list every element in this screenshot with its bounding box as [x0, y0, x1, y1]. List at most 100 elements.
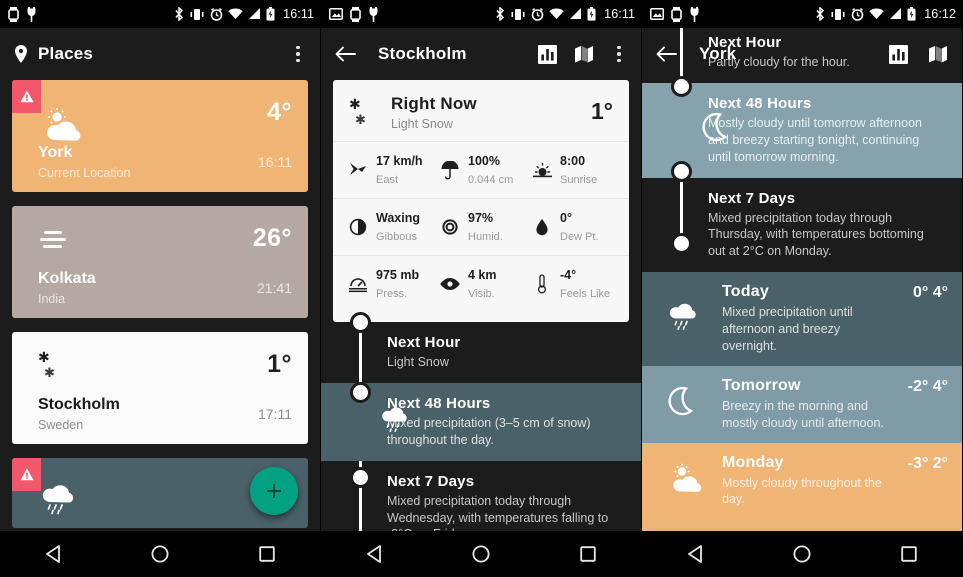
signal-icon: [249, 8, 261, 19]
alert-badge[interactable]: [12, 80, 41, 113]
page-title: York: [699, 44, 737, 63]
metric-label: Gibbous: [376, 231, 417, 243]
svg-text:✱: ✱: [349, 97, 361, 113]
day-row-monday[interactable]: Monday -3° 2° Mostly cloudy throughout t…: [642, 442, 962, 520]
alarm-icon: [851, 7, 864, 21]
android-nav-bar: [642, 531, 962, 577]
nav-recents-button[interactable]: [237, 546, 297, 562]
map-icon[interactable]: [928, 45, 948, 63]
watch-icon: [671, 6, 682, 22]
timeline-title: Next 7 Days: [708, 189, 796, 207]
nav-recents-button[interactable]: [879, 546, 939, 562]
day-temps: -2° 4°: [907, 377, 948, 395]
back-arrow-icon[interactable]: [335, 46, 356, 62]
metric-value: 97%: [468, 211, 494, 225]
status-bar-right-icons: 16:12: [815, 7, 956, 21]
status-bar-left-icons: [8, 6, 37, 22]
timeline-item-next-7-days[interactable]: Next 7 Days Mixed precipitation today th…: [642, 178, 962, 273]
place-name: Stockholm: [38, 396, 120, 413]
metric-value: 100%: [468, 154, 500, 168]
overflow-menu-icon[interactable]: [611, 42, 627, 67]
right-now-card[interactable]: ✱ ✱ Right Now Light Snow 1° 17 km/h East 1…: [333, 80, 629, 322]
day-temps: -3° 2°: [907, 454, 948, 472]
wifi-icon: [549, 8, 564, 19]
moon-icon: [700, 113, 728, 148]
metric-label: Dew Pt.: [560, 231, 599, 243]
timeline-item-next-hour[interactable]: Next Hour Light Snow: [321, 322, 641, 383]
svg-text:✱: ✱: [38, 350, 50, 366]
timeline-dot: [350, 382, 371, 403]
triangle-back-icon: [366, 545, 381, 563]
place-name: York: [38, 144, 73, 161]
square-recents-icon: [579, 546, 596, 562]
status-bar: 16:12: [642, 0, 962, 28]
place-card-kolkata[interactable]: 26° Kolkata India 21:41: [12, 206, 308, 318]
nav-home-button[interactable]: [772, 545, 832, 563]
metric-pressure: 975 mb Press.: [343, 266, 435, 302]
battery-icon: [907, 7, 916, 21]
map-icon[interactable]: [574, 45, 594, 63]
add-place-fab[interactable]: [250, 467, 298, 515]
toolbar-detail: York: [642, 28, 962, 80]
metric-moon-phase: Waxing Gibbous: [343, 209, 435, 245]
toolbar-actions: [889, 44, 952, 64]
haze-icon: [40, 228, 70, 255]
usb-icon: [27, 6, 36, 22]
status-bar: 16:11: [0, 0, 320, 28]
square-recents-icon: [258, 546, 275, 562]
alert-badge[interactable]: [12, 458, 41, 491]
day-row-tomorrow[interactable]: Tomorrow -2° 4° Breezy in the morning an…: [642, 365, 962, 443]
place-card-york[interactable]: 4° York Current Location 16:11: [12, 80, 308, 192]
place-card-stockholm[interactable]: ✱ ✱ 1° Stockholm Sweden 17:11: [12, 332, 308, 444]
bar-chart-icon[interactable]: [889, 44, 908, 64]
timeline-dot: [350, 312, 371, 333]
metric-humidity: 97% Humid.: [435, 209, 527, 245]
watch-icon: [8, 6, 19, 22]
timeline-desc: Mixed precipitation (3–5 cm of snow) thr…: [387, 415, 591, 447]
status-bar-left-icons: [329, 6, 379, 22]
metric-visibility: 4 km Visib.: [435, 266, 527, 302]
alarm-icon: [531, 7, 544, 21]
nav-home-button[interactable]: [130, 545, 190, 563]
nav-home-button[interactable]: [451, 545, 511, 563]
square-recents-icon: [900, 546, 917, 562]
metric-label: Visib.: [468, 288, 495, 300]
status-bar-clock: 16:12: [924, 7, 956, 21]
bluetooth-icon: [496, 7, 505, 21]
wifi-icon: [228, 8, 243, 19]
place-local-time: 17:11: [258, 406, 292, 422]
day-desc: Mixed precipitation until afternoon and …: [722, 305, 853, 353]
timeline-title: Next 7 Days: [387, 472, 475, 490]
nav-recents-button[interactable]: [558, 546, 618, 562]
pressure-icon: [347, 275, 369, 293]
place-subtitle: Current Location: [38, 166, 131, 180]
bar-chart-icon[interactable]: [538, 44, 557, 64]
metric-precipitation: 100% 0.044 cm: [435, 152, 527, 188]
timeline-desc: Light Snow: [387, 355, 449, 369]
nav-back-button[interactable]: [665, 545, 725, 563]
panel-places: 16:11 Places 4° York Current Location 16…: [0, 0, 321, 577]
android-nav-bar: [321, 531, 641, 577]
usb-icon: [690, 6, 699, 22]
eye-icon: [439, 277, 461, 291]
nav-back-button[interactable]: [23, 545, 83, 563]
metrics-row-3: 975 mb Press. 4 km Visib. -4° Feels Like: [333, 255, 629, 312]
timeline-item-next-48-hours[interactable]: Next 48 Hours Mostly cloudy until tomorr…: [642, 82, 962, 178]
right-now-title: Right Now: [391, 94, 477, 113]
place-temperature: 4°: [267, 98, 292, 126]
overflow-menu-icon[interactable]: [290, 42, 306, 67]
page-title: Stockholm: [378, 44, 467, 63]
timeline-dot: [350, 467, 371, 488]
snow-icon: ✱ ✱: [38, 350, 72, 389]
detail-content: ✱ ✱ Right Now Light Snow 1° 17 km/h East 1…: [321, 80, 641, 322]
nav-back-button[interactable]: [344, 545, 404, 563]
place-subtitle: Sweden: [38, 418, 84, 432]
vibrate-icon: [831, 8, 845, 20]
metric-value: 17 km/h: [376, 154, 423, 168]
day-row-today[interactable]: Today 0° 4° Mixed precipitation until af…: [642, 272, 962, 366]
status-bar-clock: 16:11: [283, 7, 314, 21]
status-bar-right-icons: 16:11: [495, 7, 635, 21]
metric-label: Sunrise: [560, 174, 598, 186]
metric-label: 0.044 cm: [468, 174, 514, 186]
back-arrow-icon[interactable]: [656, 46, 677, 62]
